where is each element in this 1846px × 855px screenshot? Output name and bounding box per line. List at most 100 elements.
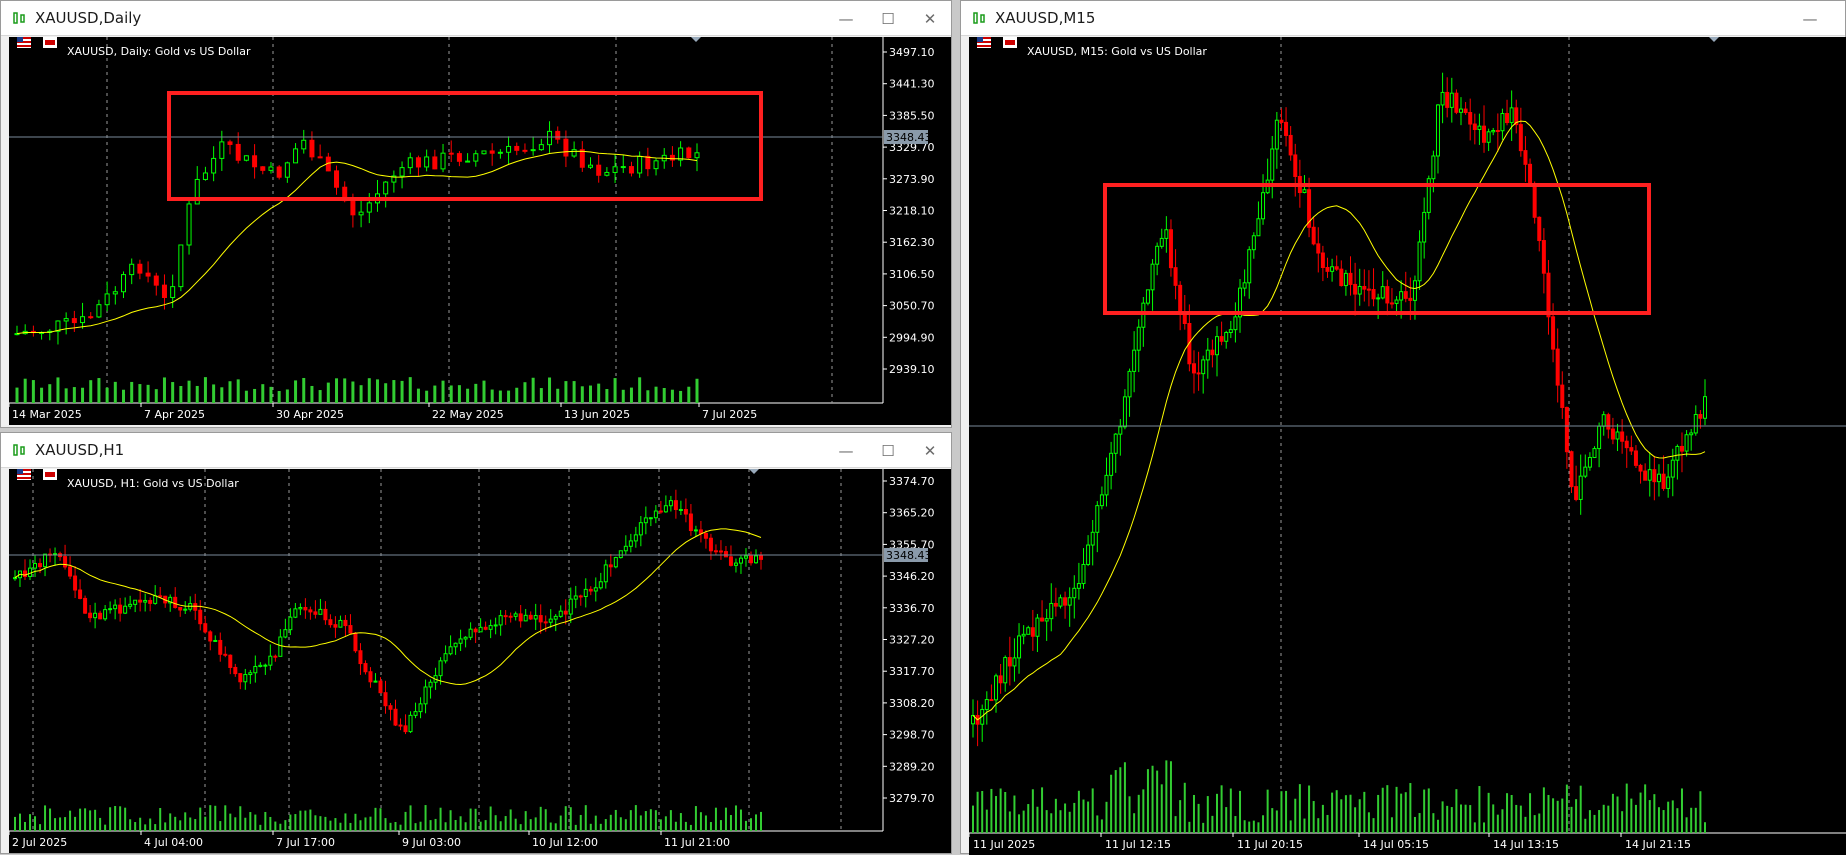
maximize-button[interactable]: ☐ <box>877 8 899 30</box>
candle-body <box>1224 332 1229 342</box>
candle-body <box>63 556 68 568</box>
candle-body <box>1638 464 1643 472</box>
candle-body <box>170 286 176 298</box>
candle-body <box>1578 475 1583 500</box>
minimize-button[interactable]: — <box>835 8 857 30</box>
daily-chart[interactable]: 3497.10 3441.30 3385.50 3329.70 3273.90 3218.… <box>9 37 951 425</box>
candle-body <box>579 149 585 168</box>
minimize-button[interactable]: — <box>1799 8 1821 30</box>
candle-body <box>1389 302 1394 305</box>
candle-body <box>1417 241 1422 282</box>
candle-body <box>203 623 208 633</box>
m15-window-titlebar[interactable]: XAUUSD,M15 — <box>961 1 1845 36</box>
price-label: 2994.90 <box>889 331 935 344</box>
candle-body <box>653 510 658 519</box>
candle-body <box>533 615 538 620</box>
candle-body <box>1412 280 1417 301</box>
candle-body <box>186 203 192 246</box>
candle-body <box>378 680 383 694</box>
maximize-button[interactable]: ☐ <box>877 440 899 462</box>
candle-body <box>1067 597 1072 606</box>
candle-body <box>348 625 353 634</box>
candle-body <box>673 500 678 511</box>
candle-body <box>213 639 218 642</box>
candle-body <box>1288 134 1293 156</box>
candle-body <box>1173 267 1178 286</box>
candle-body <box>383 181 389 195</box>
minimize-button[interactable]: — <box>835 440 857 462</box>
candle-body <box>1279 119 1284 123</box>
symbol-icon <box>43 469 57 480</box>
price-label: 3385.50 <box>889 109 935 122</box>
candle-body <box>98 612 103 620</box>
candle-body <box>514 145 520 151</box>
candle-body <box>63 318 69 322</box>
candle-body <box>1086 544 1091 565</box>
candle-body <box>518 613 523 622</box>
price-label: 3162.30 <box>889 236 935 249</box>
candle-body <box>253 665 258 674</box>
candle-body <box>688 513 693 532</box>
candle-body <box>1063 597 1068 606</box>
candle-body <box>1376 297 1381 300</box>
candle-body <box>1652 469 1657 483</box>
candle-body <box>596 164 602 176</box>
m15-chart-window[interactable]: XAUUSD,M15 — 11 Jul 2025 11 Jul 12:15 11 J… <box>960 0 1846 855</box>
h1-window-titlebar[interactable]: XAUUSD,H1 — ☐ ✕ <box>1 433 951 468</box>
candle-body <box>1679 445 1684 452</box>
candle-body <box>1293 154 1298 177</box>
candle-body <box>628 540 633 547</box>
candle-body <box>202 172 208 180</box>
candle-body <box>738 557 743 564</box>
candle-body <box>1486 131 1491 143</box>
candle-body <box>148 599 153 604</box>
candle-body <box>407 157 413 169</box>
h1-chart[interactable]: 3374.70 3365.20 3355.70 3346.20 3336.70 3327.… <box>9 469 951 853</box>
candle-body <box>543 621 548 624</box>
candle-body <box>753 555 758 564</box>
candle-body <box>633 534 638 542</box>
candle-body <box>483 626 488 630</box>
candle-body <box>583 588 588 597</box>
candle-body <box>258 664 263 667</box>
close-button[interactable]: ✕ <box>919 8 941 30</box>
candle-body <box>481 150 487 155</box>
range-highlight-box <box>167 91 763 201</box>
candle-body <box>1035 617 1040 637</box>
candle-body <box>173 596 178 608</box>
candle-body <box>38 563 43 568</box>
candle-body <box>73 575 78 591</box>
daily-window-titlebar[interactable]: XAUUSD,Daily — ☐ ✕ <box>1 1 951 36</box>
time-label: 11 Jul 2025 <box>973 838 1035 851</box>
candle-body <box>497 151 503 154</box>
candle-body <box>1030 627 1035 637</box>
candle-body <box>373 680 378 683</box>
candle-body <box>547 130 553 146</box>
candle-body <box>393 708 398 726</box>
close-button[interactable]: ✕ <box>919 440 941 462</box>
daily-chart-window[interactable]: XAUUSD,Daily — ☐ ✕ 3497.10 3441.30 3385.50… <box>0 0 952 428</box>
candle-body <box>145 272 151 277</box>
candle-body <box>1247 249 1252 284</box>
candle-body <box>683 508 688 515</box>
candle-body <box>528 614 533 620</box>
candle-body <box>1362 285 1367 290</box>
candle-body <box>1583 466 1588 477</box>
m15-chart[interactable]: 11 Jul 2025 11 Jul 12:15 11 Jul 20:15 14 Ju… <box>969 37 1846 855</box>
candle-body <box>748 555 753 564</box>
candle-body <box>178 244 184 288</box>
time-label: 11 Jul 20:15 <box>1237 838 1303 851</box>
candle-body <box>1072 587 1077 599</box>
candle-body <box>522 149 528 152</box>
candle-body <box>638 522 643 536</box>
candle-body <box>423 686 428 705</box>
candle-body <box>208 631 213 642</box>
candle-body <box>1164 229 1169 239</box>
candle-body <box>415 157 421 168</box>
candle-body <box>243 674 248 683</box>
h1-chart-window[interactable]: XAUUSD,H1 — ☐ ✕ 3374.70 3365.20 3355.70 334… <box>0 432 952 854</box>
candle-body <box>408 714 413 733</box>
candle-body <box>663 505 668 513</box>
candle-body <box>1647 469 1652 481</box>
candle-body <box>363 663 368 673</box>
